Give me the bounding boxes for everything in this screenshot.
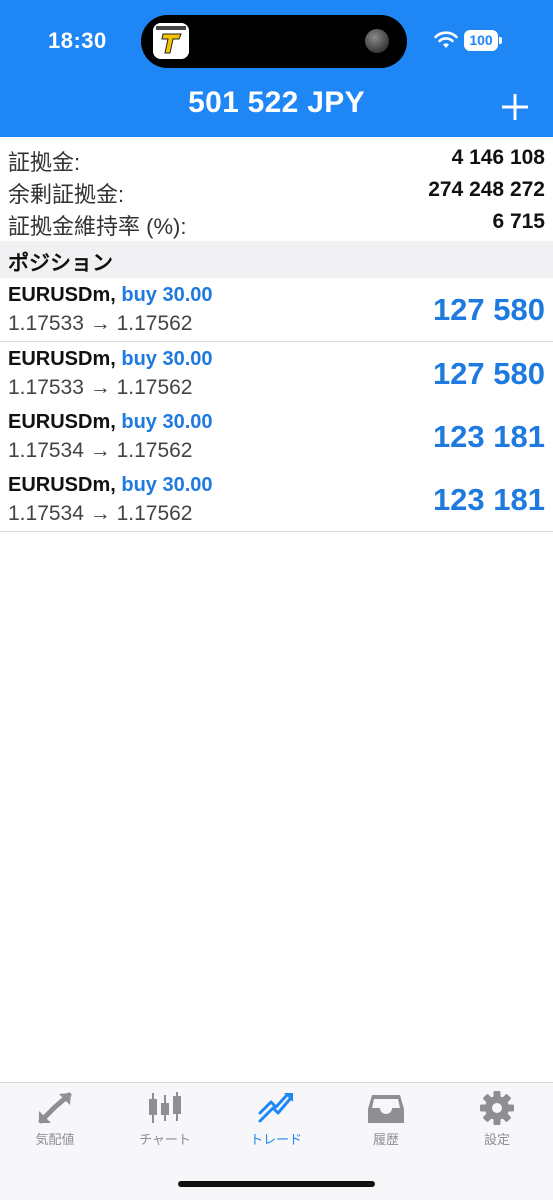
tab-label: トレード — [249, 1132, 302, 1147]
battery-tip — [499, 37, 502, 44]
position-profit: 123 181 — [432, 482, 545, 517]
symbol-text: EURUSDm, — [8, 284, 116, 306]
tab-trade[interactable]: トレード — [221, 1091, 331, 1155]
tab-label: 設定 — [483, 1132, 510, 1147]
positions-section-header: ポジション — [0, 241, 553, 278]
symbol-text: EURUSDm, — [8, 348, 116, 370]
summary-label: 余剰証拠金: — [8, 182, 125, 207]
position-prices: 1.17534 → 1.17562 — [8, 502, 193, 525]
position-side: buy 30.00 — [121, 348, 213, 370]
position-symbol: EURUSDm, buy 30.00 — [8, 284, 213, 307]
position-prices: 1.17533 → 1.17562 — [8, 312, 193, 335]
wifi-icon — [434, 31, 458, 48]
position-profit: 127 580 — [432, 292, 545, 327]
home-indicator — [178, 1181, 375, 1187]
position-side: buy 30.00 — [121, 284, 213, 306]
position-row[interactable]: EURUSDm, buy 30.00 1.17534 → 1.17562 123… — [0, 468, 553, 532]
header-bar: 18:30 100 501 522 JPY — [0, 0, 553, 137]
position-side: buy 30.00 — [121, 411, 213, 433]
tab-label: 履歴 — [372, 1132, 399, 1147]
quotes-icon — [38, 1092, 72, 1124]
status-time: 18:30 — [48, 28, 107, 53]
tab-quotes[interactable]: 気配値 — [0, 1091, 110, 1155]
dynamic-island — [141, 15, 407, 68]
account-balance-title: 501 522 JPY — [188, 86, 365, 119]
history-icon — [368, 1095, 404, 1123]
summary-label: 証拠金: — [8, 150, 81, 175]
summary-value: 274 248 272 — [428, 178, 545, 201]
summary-value: 4 146 108 — [451, 146, 545, 169]
summary-value: 6 715 — [492, 210, 545, 233]
position-symbol: EURUSDm, buy 30.00 — [8, 474, 213, 497]
trade-icon — [258, 1093, 293, 1123]
summary-label: 証拠金維持率 (%): — [8, 214, 187, 239]
camera-icon — [365, 29, 389, 53]
position-symbol: EURUSDm, buy 30.00 — [8, 348, 213, 371]
tab-settings[interactable]: 設定 — [442, 1091, 552, 1155]
plus-icon[interactable] — [501, 93, 529, 121]
trade-screen: 18:30 100 501 522 JPY 証拠金: 4 146 108 余剰証… — [0, 0, 553, 1200]
position-prices: 1.17533 → 1.17562 — [8, 376, 193, 399]
summary-row-free-margin: 余剰証拠金: 274 248 272 — [0, 175, 553, 211]
position-symbol: EURUSDm, buy 30.00 — [8, 411, 213, 434]
section-title: ポジション — [8, 252, 113, 275]
summary-row-margin: 証拠金: 4 146 108 — [0, 143, 553, 179]
position-row[interactable]: EURUSDm, buy 30.00 1.17534 → 1.17562 123… — [0, 405, 553, 469]
symbol-text: EURUSDm, — [8, 474, 116, 496]
summary-row-margin-level: 証拠金維持率 (%): 6 715 — [0, 207, 553, 243]
tab-chart[interactable]: チャート — [110, 1091, 220, 1155]
app-icon — [153, 23, 189, 59]
chart-icon — [149, 1092, 181, 1123]
tab-label: チャート — [139, 1132, 191, 1147]
position-row[interactable]: EURUSDm, buy 30.00 1.17533 → 1.17562 127… — [0, 342, 553, 406]
settings-icon — [480, 1091, 514, 1125]
symbol-text: EURUSDm, — [8, 411, 116, 433]
position-row[interactable]: EURUSDm, buy 30.00 1.17533 → 1.17562 127… — [0, 278, 553, 342]
position-profit: 127 580 — [432, 356, 545, 391]
position-prices: 1.17534 → 1.17562 — [8, 439, 193, 462]
position-profit: 123 181 — [432, 419, 545, 454]
tab-history[interactable]: 履歴 — [331, 1091, 441, 1155]
position-side: buy 30.00 — [121, 474, 213, 496]
tab-label: 気配値 — [35, 1132, 75, 1147]
battery-indicator: 100 — [464, 30, 498, 51]
